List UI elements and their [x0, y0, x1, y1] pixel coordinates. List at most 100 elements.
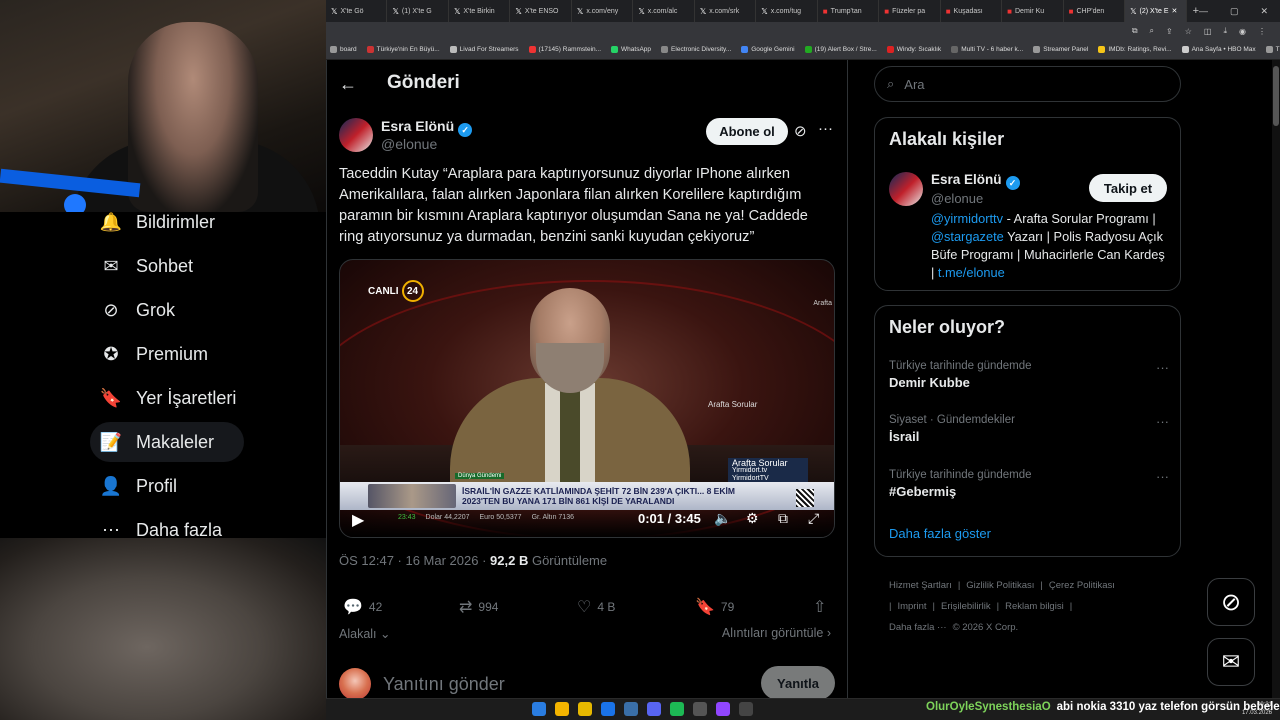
bookmark-item[interactable]: Livad For Streamers [449, 46, 519, 53]
browser-tab[interactable]: 𝕏x.com/alc [633, 0, 695, 22]
bookmark-item[interactable]: Google Gemini [741, 46, 795, 53]
bookmark-item[interactable]: (17145) Rammstein... [528, 46, 601, 53]
minimize-icon[interactable]: — [1199, 6, 1208, 17]
reply-submit-button[interactable]: Yanıtla [761, 666, 835, 700]
browser-tab[interactable]: 𝕏x.com/srk [695, 0, 757, 22]
grok-icon[interactable]: ⊘ [794, 122, 807, 140]
bookmark-item[interactable]: Türkiye'nin En Büyü... [366, 46, 440, 53]
browser-tab[interactable]: 𝕏x.com/eny [572, 0, 634, 22]
footer-link[interactable]: Hizmet Şartları [889, 580, 952, 591]
share-button[interactable]: ⇧ [813, 597, 826, 617]
view-quotes-link[interactable]: Alıntıları görüntüle › [722, 626, 831, 640]
discord-icon[interactable] [647, 702, 661, 716]
back-arrow-icon[interactable]: ← [339, 74, 357, 95]
browser-tab[interactable]: ■ Füzeler pa [879, 0, 941, 22]
bio-mention-link[interactable]: @stargazete [931, 229, 1004, 244]
star-icon[interactable]: ☆ [1185, 27, 1192, 36]
close-window-icon[interactable]: ✕ [1261, 6, 1269, 17]
bookmark-item[interactable]: IMDb: Ratings, Revi... [1098, 46, 1172, 53]
nav-item-premium[interactable]: ✪ Premium [90, 334, 218, 374]
video-player[interactable]: CANLI 24 Arafta Arafta Sorular Arafta Sor… [339, 259, 835, 538]
nav-item-bildirimler[interactable]: 🔔 Bildirimler [90, 202, 225, 242]
system-clock[interactable]: 09:31 17.03.2026 [1242, 701, 1272, 717]
bookmark-item[interactable]: board [330, 46, 357, 53]
footer-link[interactable]: © 2026 X Corp. [953, 622, 1019, 633]
bookmark-item[interactable]: Ana Sayfa • HBO Max [1181, 46, 1256, 53]
start-icon[interactable] [532, 702, 546, 716]
browser-tab[interactable]: 𝕏 X'te Gö [326, 0, 388, 22]
epic-icon[interactable] [693, 702, 707, 716]
bookmark-item[interactable]: Windy: Sıcaklık [886, 46, 941, 53]
author-name[interactable]: Esra Elönü [381, 118, 454, 134]
browser-tab[interactable]: 𝕏 (1) X'te G [387, 0, 449, 22]
trend-item[interactable]: Siyaset · Gündemdekiler İsrail ··· [889, 414, 1169, 444]
browser-tab-active[interactable]: 𝕏 (2) X'te E ✕ [1125, 0, 1187, 22]
extensions-icon[interactable]: ◫ [1204, 27, 1212, 36]
messages-fab-button[interactable]: ✉ [1207, 638, 1255, 686]
chrome-icon[interactable] [555, 702, 569, 716]
steam-icon[interactable] [624, 702, 638, 716]
settings-icon[interactable]: ⚙ [746, 510, 759, 527]
author-handle[interactable]: @elonue [381, 136, 437, 152]
browser-tab[interactable]: ■ Trump'tan [818, 0, 880, 22]
footer-link[interactable]: Daha fazla ··· [889, 622, 947, 633]
follow-button[interactable]: Takip et [1089, 174, 1167, 202]
pip-icon[interactable]: ⧉ [778, 510, 788, 527]
maximize-icon[interactable]: ▢ [1230, 6, 1239, 17]
browser-tab[interactable]: ■ Demir Ku [1002, 0, 1064, 22]
bookmark-item[interactable]: Electronic Diversity... [661, 46, 731, 53]
settings-icon[interactable] [739, 702, 753, 716]
download-icon[interactable]: ⤓ [1223, 26, 1227, 36]
bio-mention-link[interactable]: @yirmidorttv [931, 211, 1003, 226]
bookmark-item[interactable]: (19) Alert Box / Stre... [804, 46, 877, 53]
avatar[interactable] [889, 172, 923, 206]
browser-tab[interactable]: 𝕏 X'te Birkin [449, 0, 511, 22]
trend-item[interactable]: Türkiye tarihinde gündemde #Gebermiş ··· [889, 469, 1169, 499]
cast-icon[interactable]: ⧉ [1132, 26, 1138, 36]
repost-button[interactable]: ⇄ 994 [459, 597, 498, 617]
browser-tab[interactable]: 𝕏x.com/tug [756, 0, 818, 22]
related-name[interactable]: Esra Elönü [931, 172, 1002, 187]
like-button[interactable]: ♡ 4 B [577, 597, 615, 617]
fullscreen-icon[interactable]: ⤢ [808, 510, 819, 527]
sort-dropdown[interactable]: Alakalı ⌄ [339, 626, 390, 641]
nav-item-grok[interactable]: ⊘ Grok [90, 290, 185, 330]
bookmark-item[interactable]: Tüm Yer İşaretleri [1265, 46, 1280, 53]
share-icon[interactable]: ⇪ [1166, 27, 1173, 36]
more-options-icon[interactable]: ··· [1156, 360, 1169, 375]
footer-link[interactable]: Çerez Politikası [1049, 580, 1115, 591]
tab-close-icon[interactable]: ✕ [1172, 7, 1178, 15]
nav-item-makaleler[interactable]: 📝 Makaleler [90, 422, 244, 462]
search-input[interactable]: ⌕ Ara [874, 66, 1181, 102]
footer-link[interactable]: Erişilebilirlik [941, 601, 991, 612]
trend-item[interactable]: Türkiye tarihinde gündemde Demir Kubbe ·… [889, 360, 1169, 390]
app-icon[interactable] [601, 702, 615, 716]
scrollbar-track[interactable] [1272, 60, 1280, 698]
bookmark-item[interactable]: WhatsApp [611, 46, 651, 53]
subscribe-button[interactable]: Abone ol [706, 118, 788, 145]
more-options-icon[interactable]: ··· [1156, 414, 1169, 429]
bookmark-button[interactable]: 🔖 79 [695, 597, 734, 617]
avatar[interactable] [339, 118, 373, 152]
obs-icon[interactable] [716, 702, 730, 716]
reply-button[interactable]: 💬 42 [343, 597, 382, 617]
footer-link[interactable]: Reklam bilgisi [1005, 601, 1064, 612]
browser-tab[interactable]: ■ Kuşadası [941, 0, 1003, 22]
browser-tab[interactable]: 𝕏 X'te ENSO [510, 0, 572, 22]
bookmark-item[interactable]: Multi TV - 6 haber k... [951, 46, 1023, 53]
nav-item-sohbet[interactable]: ✉ Sohbet [90, 246, 203, 286]
folder-icon[interactable] [578, 702, 592, 716]
menu-dots-icon[interactable]: ⋮ [1258, 27, 1266, 36]
spotify-icon[interactable] [670, 702, 684, 716]
post-timestamp[interactable]: ÖS 12:47 · 16 Mar 2026 · [339, 553, 490, 568]
zoom-icon[interactable]: ⌕ [1150, 26, 1154, 36]
show-more-link[interactable]: Daha fazla göster [889, 526, 991, 541]
bio-url-link[interactable]: t.me/elonue [938, 265, 1005, 280]
related-handle[interactable]: @elonue [931, 191, 983, 206]
bookmark-item[interactable]: Streamer Panel [1033, 46, 1088, 53]
footer-link[interactable]: Imprint [897, 601, 926, 612]
volume-icon[interactable]: 🔈 [714, 510, 731, 527]
grok-fab-button[interactable]: ⊘ [1207, 578, 1255, 626]
reply-input[interactable]: Yanıtını gönder [383, 674, 505, 695]
nav-item-yer-i-aretleri[interactable]: 🔖 Yer İşaretleri [90, 378, 246, 418]
